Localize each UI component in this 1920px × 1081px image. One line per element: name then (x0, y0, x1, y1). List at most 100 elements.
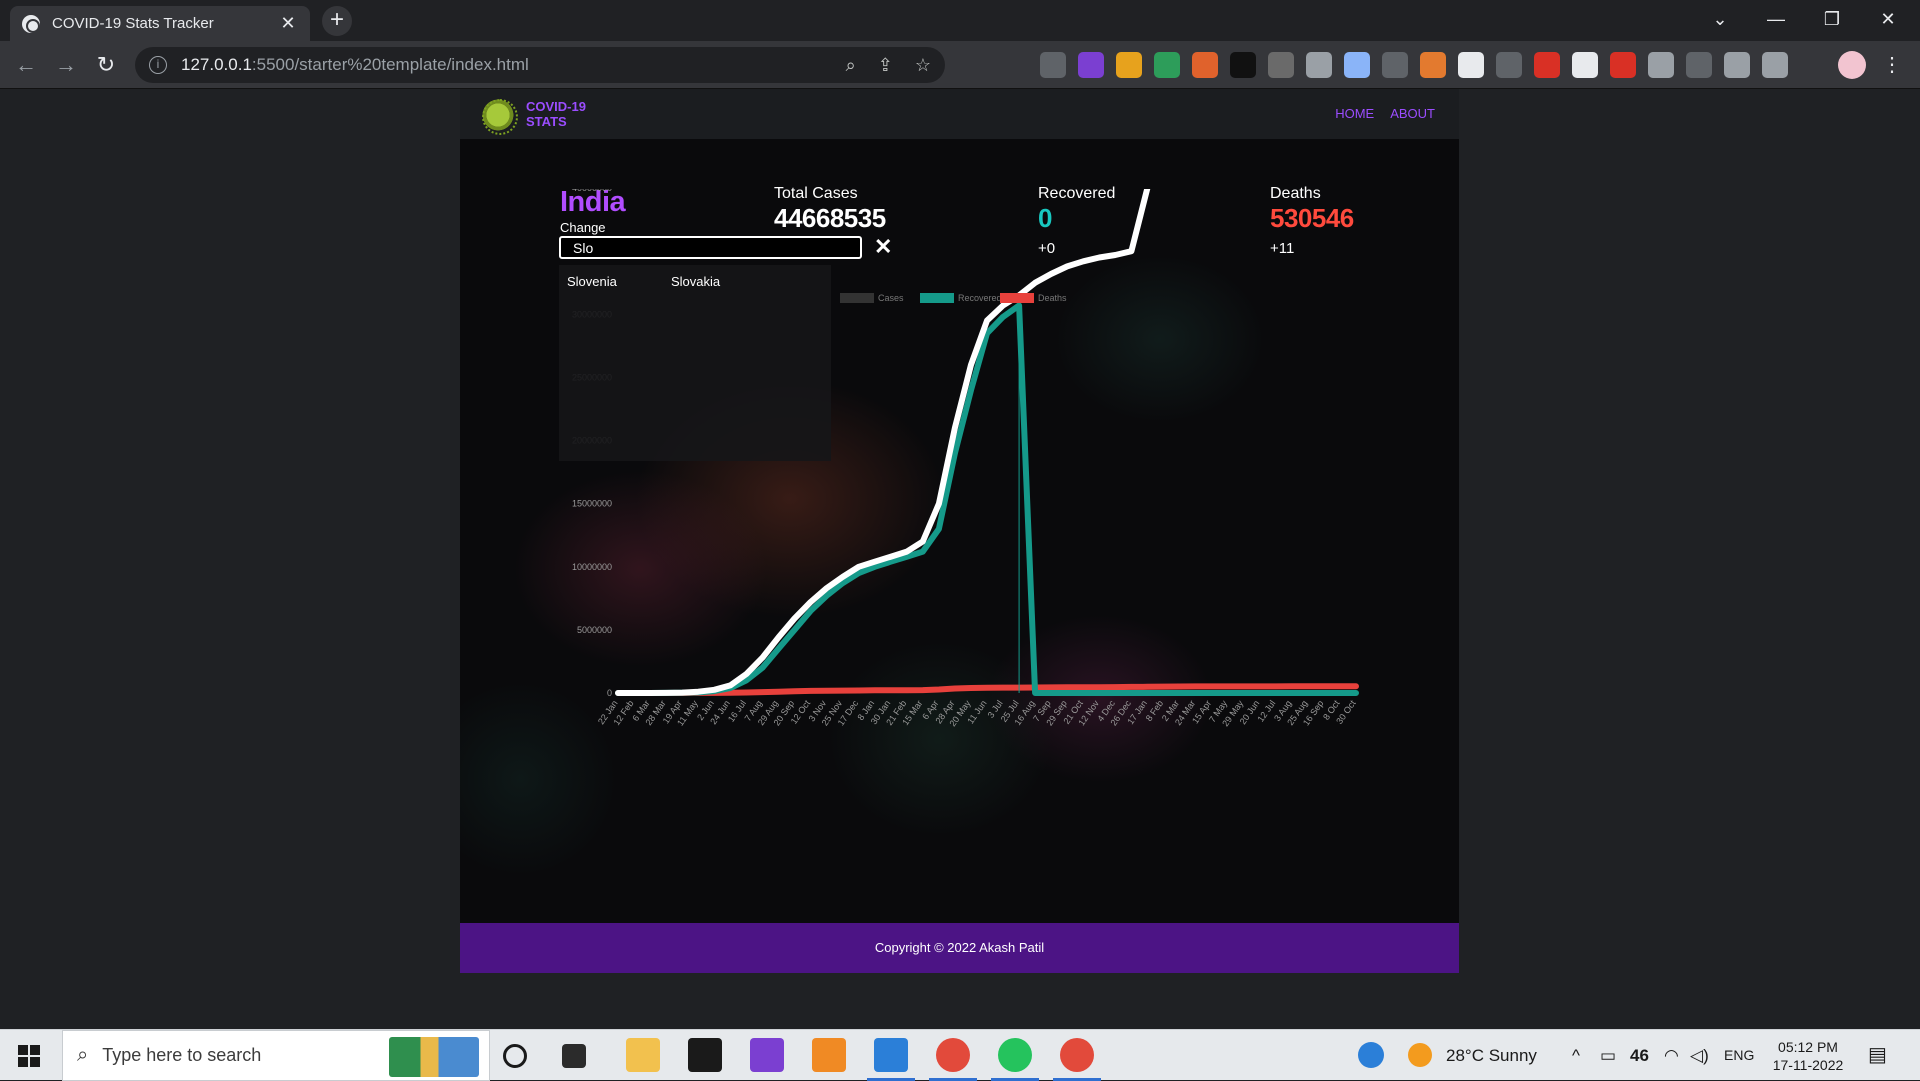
chevron-up-icon[interactable]: ^ (1572, 1030, 1580, 1081)
profile-avatar[interactable] (1838, 51, 1866, 79)
puzzle-icon[interactable] (1686, 52, 1712, 78)
whatsapp-icon[interactable] (998, 1038, 1032, 1072)
forward-arrow-icon[interactable]: → (50, 49, 82, 81)
extension-icon[interactable] (1648, 52, 1674, 78)
extension-icon[interactable] (1154, 52, 1180, 78)
vscode-icon[interactable] (874, 1038, 908, 1072)
bookmark-star-icon[interactable]: ☆ (915, 55, 931, 76)
y-tick-label: 0 (607, 688, 612, 698)
battery-icon[interactable]: ▭ (1600, 1030, 1616, 1081)
more-menu-icon[interactable]: ⋮ (1882, 51, 1902, 79)
cortana-icon[interactable] (503, 1044, 527, 1068)
extension-icon[interactable] (1610, 52, 1636, 78)
weather-sun-icon[interactable] (1408, 1043, 1432, 1067)
restore-button[interactable]: ❐ (1804, 0, 1860, 40)
minimize-button[interactable]: — (1748, 0, 1804, 40)
search-highlight-image (389, 1037, 479, 1077)
url-path: :5500/starter%20template/index.html (251, 55, 529, 74)
info-icon[interactable]: i (149, 56, 167, 74)
legend-swatch-cases (840, 293, 874, 303)
help-icon[interactable] (1358, 1042, 1384, 1068)
brand-name[interactable]: COVID-19 STATS (526, 99, 586, 129)
legend-swatch-recovered (920, 293, 954, 303)
extension-icon[interactable] (1344, 52, 1370, 78)
country-search-input[interactable] (559, 236, 862, 259)
close-window-button[interactable]: ✕ (1860, 0, 1916, 40)
taskbar-clock[interactable]: 05:12 PM 17-11-2022 (1766, 1038, 1850, 1074)
nav-home-link[interactable]: HOME (1335, 106, 1374, 121)
taskbar-search-box[interactable]: ⌕ Type here to search (62, 1030, 490, 1081)
legend-label-cases: Cases (878, 293, 904, 303)
extension-icon[interactable] (1116, 52, 1142, 78)
file-explorer-icon[interactable] (626, 1038, 660, 1072)
suggestion-slovakia[interactable]: Slovakia (671, 274, 720, 289)
clock-time: 05:12 PM (1778, 1039, 1838, 1055)
onenote-icon[interactable] (750, 1038, 784, 1072)
close-search-icon[interactable]: ✕ (874, 235, 892, 259)
extensions-row (1040, 52, 1788, 78)
globe-icon (22, 14, 40, 33)
reload-icon[interactable]: ↻ (90, 49, 122, 81)
extension-icon[interactable] (1458, 52, 1484, 78)
x-tick-label: 16 Jul (726, 698, 748, 723)
share-icon[interactable]: ⇪ (878, 55, 893, 76)
legend-label-recovered: Recovered (958, 293, 1002, 303)
browser-tab-strip: COVID-19 Stats Tracker ✕ + ⌄ — ❐ ✕ (0, 0, 1920, 41)
shield-icon[interactable] (1496, 52, 1522, 78)
task-view-icon[interactable] (562, 1044, 586, 1068)
notion-icon[interactable] (688, 1038, 722, 1072)
extension-icon[interactable] (1306, 52, 1332, 78)
hero-section: India Change Total Cases 44668535 Recove… (460, 139, 1459, 923)
country-suggestions: Slovenia Slovakia (559, 265, 831, 461)
weather-text[interactable]: 28°C Sunny (1446, 1030, 1537, 1081)
lighthouse-extension-icon[interactable] (1230, 52, 1256, 78)
language-indicator[interactable]: ENG (1724, 1030, 1754, 1081)
extension-icon[interactable] (1420, 52, 1446, 78)
react-devtools-icon[interactable] (1382, 52, 1408, 78)
site-footer: Copyright © 2022 Akash Patil (460, 923, 1459, 973)
covid-site: COVID-19 STATS HOME ABOUT India Change T… (460, 89, 1459, 973)
wifi-icon[interactable]: ◠ (1664, 1030, 1679, 1081)
sublime-text-icon[interactable] (812, 1038, 846, 1072)
extension-icon[interactable] (1572, 52, 1598, 78)
extension-icon[interactable] (1040, 52, 1066, 78)
clock-date: 17-11-2022 (1772, 1057, 1844, 1073)
page-viewport: COVID-19 STATS HOME ABOUT India Change T… (0, 89, 1920, 1029)
side-panel-icon[interactable] (1762, 52, 1788, 78)
nav-links: HOME ABOUT (1335, 106, 1435, 121)
y-tick-label: 5000000 (577, 625, 612, 635)
zoom-icon[interactable]: ⌕ (846, 55, 856, 76)
browser-tab[interactable]: COVID-19 Stats Tracker ✕ (10, 6, 310, 41)
virus-logo-icon[interactable] (480, 97, 518, 135)
tab-title: COVID-19 Stats Tracker (52, 15, 214, 32)
tab-search-icon[interactable]: ⌄ (1692, 0, 1748, 40)
extension-icon[interactable] (1192, 52, 1218, 78)
windows-taskbar: ⌕ Type here to search 28°C Sunny ^ ▭ 46 … (0, 1029, 1920, 1081)
address-bar[interactable]: i 127.0.0.1:5500/starter%20template/inde… (135, 47, 945, 83)
battery-percent: 46 (1630, 1046, 1649, 1065)
notifications-icon[interactable]: ▤ (1868, 1030, 1887, 1081)
url-host: 127.0.0.1 (181, 55, 252, 74)
nav-about-link[interactable]: ABOUT (1390, 106, 1435, 121)
legend-label-deaths: Deaths (1038, 293, 1067, 303)
search-icon: ⌕ (77, 1044, 89, 1066)
y-tick-label: 40000000 (572, 189, 612, 193)
back-arrow-icon[interactable]: ← (10, 49, 42, 81)
y-tick-label: 15000000 (572, 499, 612, 509)
taskbar-search-placeholder: Type here to search (102, 1045, 262, 1065)
onenote-extension-icon[interactable] (1078, 52, 1104, 78)
tab-close-icon[interactable]: ✕ (278, 13, 298, 34)
site-navbar: COVID-19 STATS HOME ABOUT (460, 89, 1459, 139)
chrome-icon[interactable] (936, 1038, 970, 1072)
brand-line-1: COVID-19 (526, 99, 586, 114)
legend-swatch-deaths (1000, 293, 1034, 303)
new-tab-button[interactable]: + (322, 6, 352, 36)
chrome-icon[interactable] (1060, 1038, 1094, 1072)
suggestion-slovenia[interactable]: Slovenia (567, 274, 617, 289)
browser-toolbar: ← → ↻ i 127.0.0.1:5500/starter%20templat… (0, 41, 1920, 89)
extension-icon[interactable] (1268, 52, 1294, 78)
volume-icon[interactable]: ◁) (1690, 1030, 1709, 1081)
windows-start-icon[interactable] (18, 1045, 40, 1067)
stop-extension-icon[interactable] (1534, 52, 1560, 78)
flask-icon[interactable] (1724, 52, 1750, 78)
